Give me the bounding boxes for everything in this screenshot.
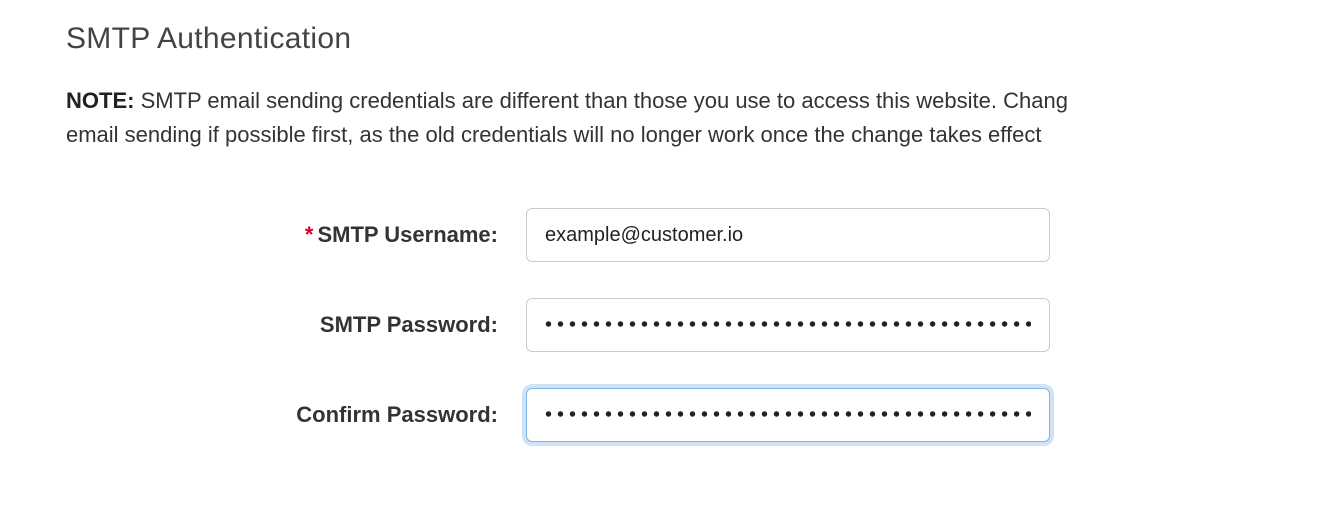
- section-title: SMTP Authentication: [66, 22, 1342, 56]
- note-label: NOTE:: [66, 88, 134, 113]
- row-confirm-password: Confirm Password:: [66, 388, 1342, 442]
- note-line-2: email sending if possible first, as the …: [66, 122, 1041, 147]
- input-cell-confirm: [526, 388, 1050, 442]
- smtp-password-input[interactable]: [526, 298, 1050, 352]
- label-smtp-username-text: SMTP Username:: [317, 222, 498, 247]
- label-smtp-password: SMTP Password:: [66, 312, 526, 338]
- row-smtp-password: SMTP Password:: [66, 298, 1342, 352]
- row-smtp-username: *SMTP Username:: [66, 208, 1342, 262]
- confirm-password-input[interactable]: [526, 388, 1050, 442]
- label-smtp-username: *SMTP Username:: [66, 222, 526, 248]
- smtp-username-input[interactable]: [526, 208, 1050, 262]
- smtp-auth-form: *SMTP Username: SMTP Password: Confirm P…: [66, 208, 1342, 442]
- label-confirm-password: Confirm Password:: [66, 402, 526, 428]
- note-line-1: SMTP email sending credentials are diffe…: [134, 88, 1068, 113]
- required-asterisk: *: [305, 222, 314, 247]
- input-cell-username: [526, 208, 1050, 262]
- note-text: NOTE: SMTP email sending credentials are…: [66, 84, 1342, 152]
- input-cell-password: [526, 298, 1050, 352]
